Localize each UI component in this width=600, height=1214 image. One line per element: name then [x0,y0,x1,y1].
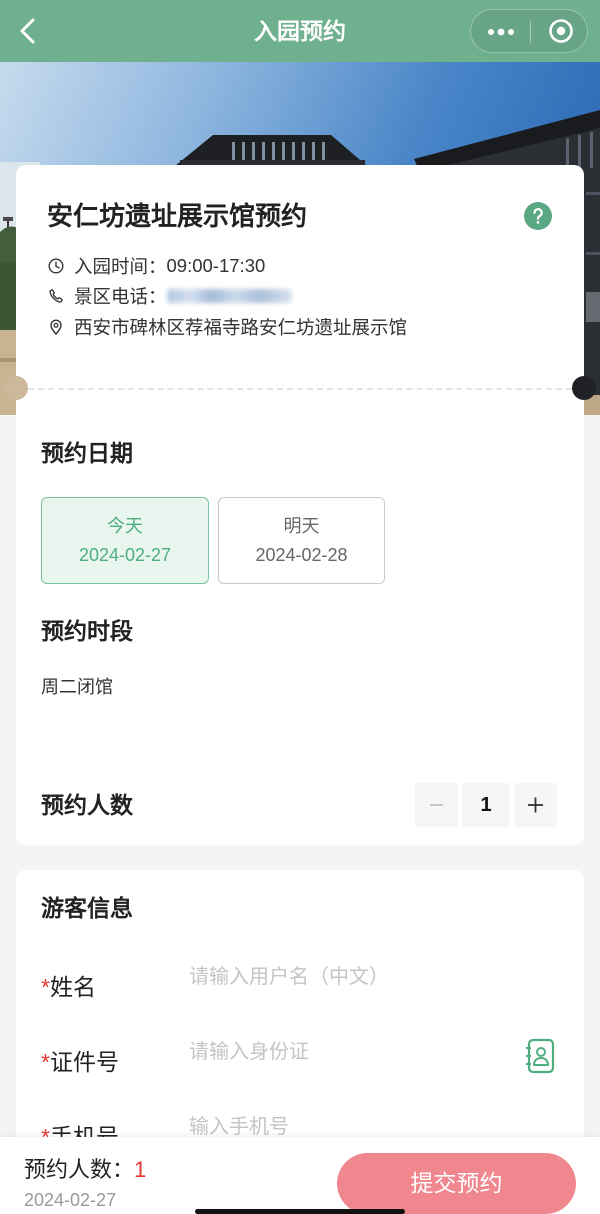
visitor-count-stepper: 1 [415,783,557,827]
required-mark: * [41,1049,50,1075]
date-option-today[interactable]: 今天 2024-02-27 [41,497,209,584]
opening-hours-value: 09:00-17:30 [166,255,266,276]
date-option-label: 明天 [283,516,320,536]
name-field-row: *姓名 [16,962,584,1012]
more-dots-icon [488,28,514,36]
date-option-date: 2024-02-28 [255,545,348,565]
address-row: 西安市碑林区荐福寺路安仁坊遗址展示馆 [48,314,407,340]
booking-card: 安仁坊遗址展示馆预约 入园时间： 09:00-17:30 景区电话： 西安市碑林… [4,165,596,845]
date-option-date: 2024-02-27 [78,545,172,565]
footer-count-value: 1 [134,1157,147,1182]
increment-button[interactable] [514,783,557,827]
footer-count-label: 预约人数： [24,1157,135,1182]
page-title: 入园预约 [254,18,346,44]
nav-bar: 入园预约 [0,0,600,62]
id-number-field-label: *证件号 [41,1046,119,1078]
phone-row: 景区电话： [48,283,292,309]
field-label-text: 证件号 [49,1049,119,1075]
question-circle-icon [524,202,552,230]
opening-hours-label: 入园时间： [74,256,167,277]
ticket-divider [28,388,572,390]
location-pin-icon [50,319,62,335]
id-number-input[interactable] [189,1037,509,1067]
chevron-left-icon [20,18,35,44]
time-slot-heading: 预约时段 [41,618,133,644]
more-button[interactable] [483,20,519,44]
bottom-action-bar: 预约人数：1 2024-02-27 提交预约 [0,1137,600,1214]
close-mini-program-button[interactable] [547,17,575,45]
help-button[interactable] [524,202,552,230]
ticket-notch-right [572,376,596,400]
date-section-heading: 预约日期 [41,440,133,466]
venue-title: 安仁坊遗址展示馆预约 [47,201,308,231]
id-number-field-row: *证件号 [16,1037,584,1087]
ticket-notch-left [4,376,28,400]
phone-icon [49,289,63,303]
capsule-divider [530,21,531,43]
field-label-text: 姓名 [49,974,96,1000]
footer-selected-date: 2024-02-27 [24,1190,117,1210]
visitor-count-heading: 预约人数 [41,792,133,818]
required-mark: * [41,974,50,1000]
mini-program-capsule [470,9,588,53]
visitor-count-value[interactable]: 1 [462,783,510,827]
minus-icon [430,804,443,806]
visitor-info-heading: 游客信息 [41,895,133,921]
phone-number-blurred[interactable] [166,289,292,303]
plus-icon [528,797,543,813]
name-input[interactable] [189,962,509,992]
phone-label: 景区电话： [74,286,167,307]
target-circle-icon [549,19,573,43]
decrement-button[interactable] [415,783,458,827]
clock-icon [48,258,64,274]
back-button[interactable] [16,17,42,45]
contact-book-icon [526,1038,555,1074]
date-option-tomorrow[interactable]: 明天 2024-02-28 [218,497,385,584]
home-indicator [195,1209,405,1214]
date-option-label: 今天 [107,516,143,536]
footer-visitor-count: 预约人数：1 [24,1154,146,1186]
id-card-picker-button[interactable] [525,1038,555,1074]
address-text: 西安市碑林区荐福寺路安仁坊遗址展示馆 [74,317,408,338]
time-slot-note: 周二闭馆 [41,677,113,697]
submit-booking-button[interactable]: 提交预约 [337,1153,576,1214]
opening-hours-row: 入园时间： 09:00-17:30 [48,253,265,279]
name-field-label: *姓名 [41,971,96,1003]
